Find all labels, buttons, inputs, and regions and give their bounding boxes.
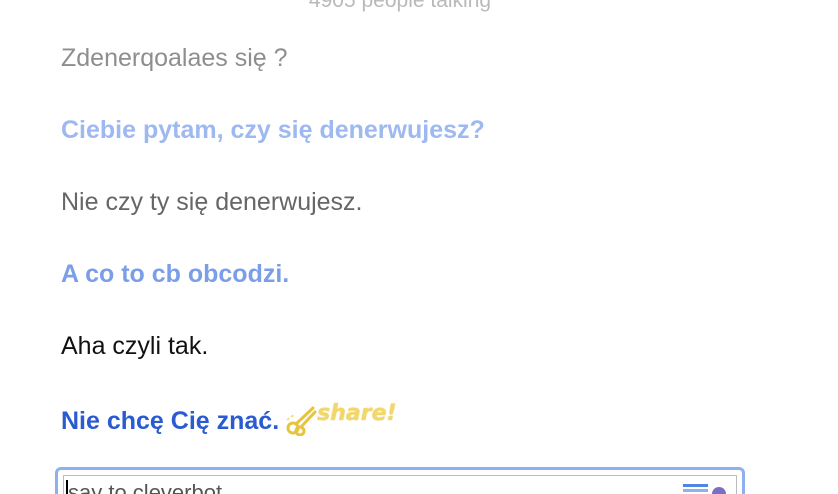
user-message: Aha czyli tak.: [61, 332, 209, 360]
input-icons: [683, 484, 726, 494]
bot-message: Ciebie pytam, czy się denerwujesz?: [61, 116, 485, 144]
people-count: 4905 people talking: [308, 0, 492, 12]
chat-input-box: [63, 475, 737, 494]
cleverbot-chat: 4905 people talking Zdenerqoalaes się ? …: [0, 0, 838, 494]
share-button[interactable]: share!: [285, 400, 397, 436]
microphone-icon[interactable]: [712, 487, 726, 494]
chat-input[interactable]: [68, 480, 668, 494]
menu-icon[interactable]: [683, 484, 708, 494]
bot-message-text: Nie chcę Cię znać.: [61, 406, 280, 435]
user-message: Zdenerqoalaes się ?: [61, 44, 288, 72]
share-label: share!: [317, 400, 397, 426]
chat-input-container: [55, 467, 745, 494]
user-message: Nie czy ty się denerwujesz.: [61, 188, 363, 216]
bot-message-latest: Nie chcę Cię znać. share!: [61, 400, 397, 438]
bot-message: A co to cb obcodzi.: [61, 260, 290, 288]
scissors-icon: [285, 402, 319, 436]
